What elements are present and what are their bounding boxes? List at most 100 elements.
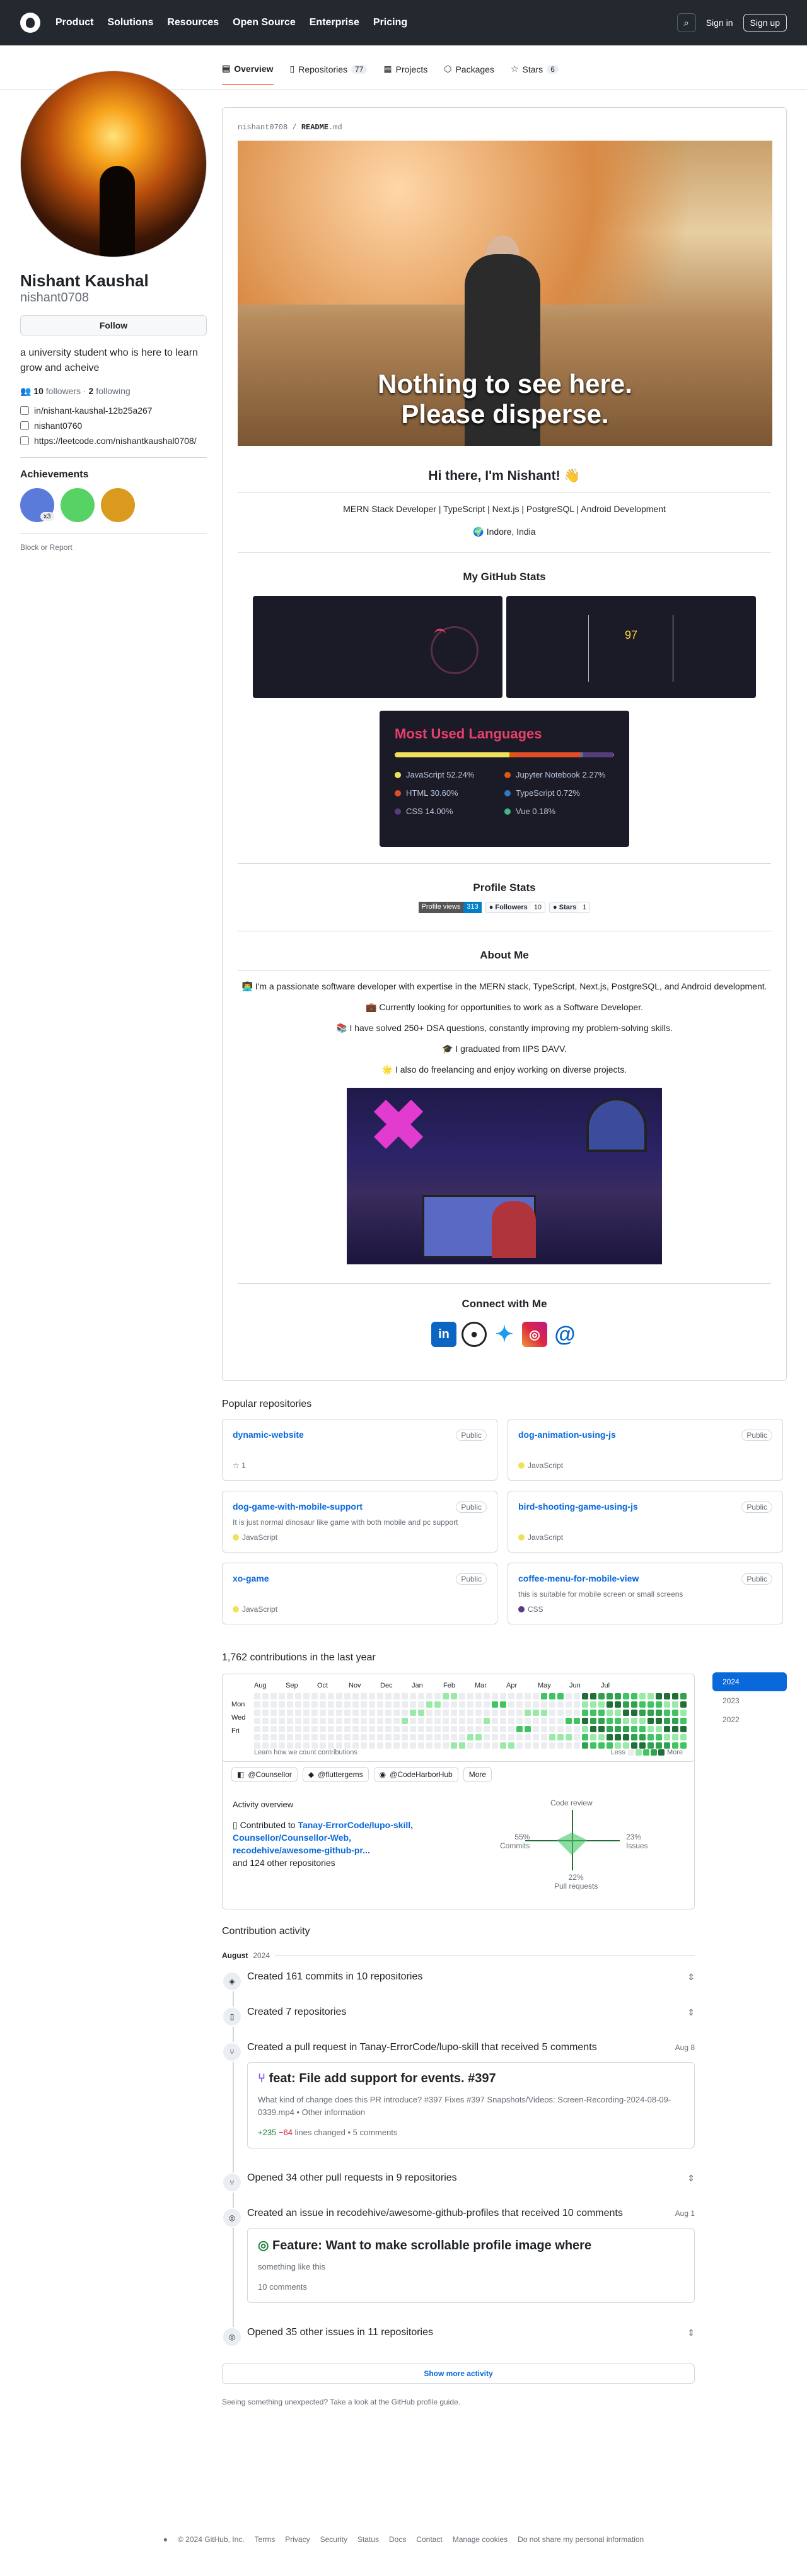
- contribution-day[interactable]: [533, 1726, 539, 1732]
- contribution-day[interactable]: [410, 1701, 416, 1708]
- contribution-day[interactable]: [320, 1742, 326, 1749]
- contribution-day[interactable]: [344, 1726, 351, 1732]
- contribution-day[interactable]: [311, 1734, 318, 1740]
- contribution-day[interactable]: [434, 1734, 441, 1740]
- contribution-day[interactable]: [664, 1718, 670, 1724]
- contribution-day[interactable]: [303, 1742, 310, 1749]
- contribution-day[interactable]: [254, 1742, 260, 1749]
- contribution-day[interactable]: [664, 1734, 670, 1740]
- contribution-day[interactable]: [541, 1726, 547, 1732]
- contribution-day[interactable]: [287, 1693, 293, 1699]
- contribution-day[interactable]: [295, 1693, 301, 1699]
- contribution-day[interactable]: [549, 1710, 555, 1716]
- contribution-day[interactable]: [672, 1734, 678, 1740]
- tab-repositories[interactable]: ▯ Repositories 77: [290, 63, 368, 85]
- contribution-day[interactable]: [352, 1742, 359, 1749]
- contribution-day[interactable]: [385, 1710, 392, 1716]
- contribution-day[interactable]: [590, 1701, 596, 1708]
- contribution-day[interactable]: [525, 1710, 531, 1716]
- contribution-day[interactable]: [328, 1710, 334, 1716]
- contribution-day[interactable]: [451, 1718, 457, 1724]
- contribution-day[interactable]: [647, 1710, 654, 1716]
- contribution-day[interactable]: [566, 1693, 572, 1699]
- contribution-day[interactable]: [557, 1742, 564, 1749]
- contribution-day[interactable]: [418, 1693, 424, 1699]
- contribution-day[interactable]: [484, 1701, 490, 1708]
- contribution-day[interactable]: [656, 1693, 662, 1699]
- contribution-day[interactable]: [410, 1742, 416, 1749]
- repo-name[interactable]: dynamic-website: [233, 1430, 487, 1440]
- follow-button[interactable]: Follow: [20, 315, 207, 335]
- contribution-day[interactable]: [533, 1742, 539, 1749]
- contribution-day[interactable]: [410, 1693, 416, 1699]
- contribution-day[interactable]: [500, 1726, 506, 1732]
- contribution-day[interactable]: [484, 1693, 490, 1699]
- contribution-day[interactable]: [352, 1693, 359, 1699]
- tab-overview[interactable]: ▤ Overview: [222, 63, 274, 85]
- contribution-day[interactable]: [418, 1710, 424, 1716]
- contribution-day[interactable]: [631, 1718, 637, 1724]
- contribution-day[interactable]: [475, 1734, 482, 1740]
- contribution-day[interactable]: [582, 1742, 588, 1749]
- year-2023[interactable]: 2023: [712, 1691, 787, 1710]
- contribution-day[interactable]: [361, 1718, 367, 1724]
- contribution-day[interactable]: [566, 1726, 572, 1732]
- contribution-day[interactable]: [475, 1726, 482, 1732]
- contribution-day[interactable]: [631, 1726, 637, 1732]
- contribution-day[interactable]: [582, 1726, 588, 1732]
- contribution-day[interactable]: [680, 1693, 687, 1699]
- contribution-day[interactable]: [311, 1701, 318, 1708]
- contribution-day[interactable]: [402, 1742, 408, 1749]
- contribution-day[interactable]: [516, 1726, 523, 1732]
- contribution-day[interactable]: [279, 1701, 285, 1708]
- x-link[interactable]: nishant0760: [20, 421, 207, 431]
- contribution-day[interactable]: [451, 1734, 457, 1740]
- contribution-day[interactable]: [615, 1718, 621, 1724]
- contribution-day[interactable]: [385, 1726, 392, 1732]
- activity-item-repos[interactable]: ▯ Created 7 repositories ⇕: [222, 2007, 695, 2027]
- org-codeharborhub[interactable]: ◉ @CodeHarborHub: [373, 1767, 458, 1782]
- contribution-day[interactable]: [385, 1693, 392, 1699]
- contribution-day[interactable]: [270, 1726, 277, 1732]
- contribution-day[interactable]: [418, 1726, 424, 1732]
- contribution-day[interactable]: [459, 1693, 465, 1699]
- contribution-day[interactable]: [631, 1693, 637, 1699]
- contribution-day[interactable]: [434, 1726, 441, 1732]
- contribution-day[interactable]: [459, 1726, 465, 1732]
- contribution-day[interactable]: [508, 1693, 514, 1699]
- contribution-day[interactable]: [467, 1734, 473, 1740]
- contribution-day[interactable]: [533, 1734, 539, 1740]
- contribution-day[interactable]: [311, 1718, 318, 1724]
- repo-stars[interactable]: ☆ 1: [233, 1461, 246, 1470]
- contribution-day[interactable]: [467, 1726, 473, 1732]
- contribution-day[interactable]: [484, 1710, 490, 1716]
- contribution-day[interactable]: [475, 1710, 482, 1716]
- contribution-day[interactable]: [680, 1726, 687, 1732]
- contribution-day[interactable]: [647, 1693, 654, 1699]
- contribution-day[interactable]: [385, 1742, 392, 1749]
- contribution-day[interactable]: [607, 1726, 613, 1732]
- contribution-day[interactable]: [418, 1701, 424, 1708]
- contribution-day[interactable]: [582, 1693, 588, 1699]
- contribution-day[interactable]: [426, 1693, 433, 1699]
- contribution-day[interactable]: [574, 1726, 580, 1732]
- following-label[interactable]: following: [96, 386, 130, 396]
- contribution-day[interactable]: [402, 1734, 408, 1740]
- contribution-day[interactable]: [590, 1710, 596, 1716]
- activity-item-other-issues[interactable]: ◎ Opened 35 other issues in 11 repositori…: [222, 2327, 695, 2347]
- contribution-day[interactable]: [393, 1718, 400, 1724]
- activity-text[interactable]: Created an issue in recodehive/awesome-g…: [247, 2208, 623, 2219]
- contribution-day[interactable]: [516, 1734, 523, 1740]
- contribution-day[interactable]: [467, 1710, 473, 1716]
- contribution-day[interactable]: [467, 1693, 473, 1699]
- contribution-day[interactable]: [631, 1734, 637, 1740]
- nav-pricing[interactable]: Pricing: [373, 17, 407, 28]
- contribution-day[interactable]: [344, 1710, 351, 1716]
- contribution-day[interactable]: [549, 1734, 555, 1740]
- repo-name[interactable]: dog-animation-using-js: [518, 1430, 772, 1440]
- contribution-day[interactable]: [443, 1742, 449, 1749]
- contribution-day[interactable]: [623, 1701, 629, 1708]
- nav-open-source[interactable]: Open Source: [233, 17, 296, 28]
- contribution-day[interactable]: [533, 1718, 539, 1724]
- block-report-link[interactable]: Block or Report: [20, 543, 207, 552]
